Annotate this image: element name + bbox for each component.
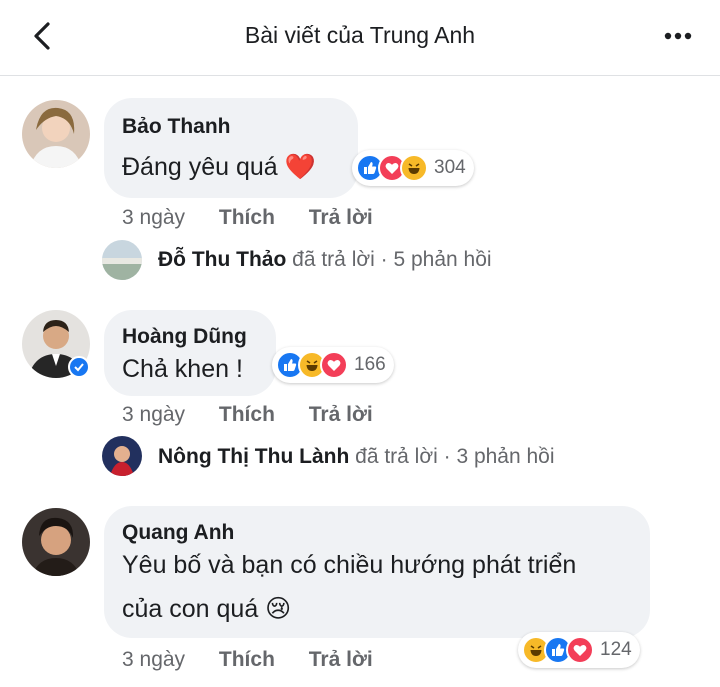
reply-author: Nông Thị Thu Lành bbox=[158, 445, 350, 468]
comment-text: Đáng yêu quá ❤️ bbox=[122, 153, 316, 181]
reply-button[interactable]: Trả lời bbox=[309, 648, 373, 671]
haha-reaction-icon bbox=[400, 154, 428, 182]
like-button[interactable]: Thích bbox=[219, 648, 275, 671]
reply-button[interactable]: Trả lời bbox=[309, 206, 373, 229]
reactions-summary[interactable]: 166 bbox=[272, 347, 394, 383]
reply-avatar[interactable] bbox=[102, 436, 142, 476]
reaction-count: 304 bbox=[434, 157, 466, 178]
like-button[interactable]: Thích bbox=[219, 206, 275, 229]
comment-actions: 3 ngày Thích Trả lời bbox=[122, 206, 401, 230]
comment-time: 3 ngày bbox=[122, 206, 186, 229]
reactions-summary[interactable]: 304 bbox=[352, 150, 474, 186]
comment-text-line-1: Yêu bố và bạn có chiều hướng phát triển bbox=[122, 551, 577, 579]
comment-actions: 3 ngày Thích Trả lời bbox=[122, 648, 401, 672]
verified-badge-icon bbox=[68, 356, 90, 378]
reply-button[interactable]: Trả lời bbox=[309, 403, 373, 426]
page-title: Bài viết của Trung Anh bbox=[244, 22, 476, 48]
avatar[interactable] bbox=[22, 100, 90, 168]
avatar[interactable] bbox=[22, 508, 90, 576]
reactions-summary[interactable]: 124 bbox=[518, 632, 640, 668]
comment-author[interactable]: Hoàng Dũng bbox=[122, 325, 247, 349]
like-button[interactable]: Thích bbox=[219, 403, 275, 426]
reaction-count: 124 bbox=[600, 639, 632, 660]
reaction-count: 166 bbox=[354, 354, 386, 375]
reply-count-text: đã trả lời · 5 phản hồi bbox=[292, 248, 492, 271]
reply-summary[interactable]: Đỗ Thu Thảo đã trả lời · 5 phản hồi bbox=[158, 248, 492, 272]
love-reaction-icon bbox=[320, 351, 348, 379]
reply-avatar[interactable] bbox=[102, 240, 142, 280]
reply-count-text: đã trả lời · 3 phản hồi bbox=[355, 445, 555, 468]
comment-author[interactable]: Quang Anh bbox=[122, 521, 234, 545]
comment-actions: 3 ngày Thích Trả lời bbox=[122, 403, 401, 427]
comment-text-line-2: của con quá 😢 bbox=[122, 595, 292, 623]
comment-time: 3 ngày bbox=[122, 648, 186, 671]
reply-avatar-image-icon bbox=[102, 240, 142, 280]
reply-avatar-image-icon bbox=[102, 436, 142, 476]
avatar-image-icon bbox=[22, 508, 90, 576]
comment-time: 3 ngày bbox=[122, 403, 186, 426]
reply-summary[interactable]: Nông Thị Thu Lành đã trả lời · 3 phản hồ… bbox=[158, 445, 555, 469]
more-options-button[interactable] bbox=[660, 18, 700, 54]
comment-text: Chả khen ! bbox=[122, 355, 243, 383]
reply-author: Đỗ Thu Thảo bbox=[158, 248, 287, 271]
top-bar: Bài viết của Trung Anh bbox=[0, 0, 720, 76]
more-dots-icon bbox=[664, 32, 692, 40]
comment-author[interactable]: Bảo Thanh bbox=[122, 115, 231, 139]
avatar-image-icon bbox=[22, 100, 90, 168]
love-reaction-icon bbox=[566, 636, 594, 664]
